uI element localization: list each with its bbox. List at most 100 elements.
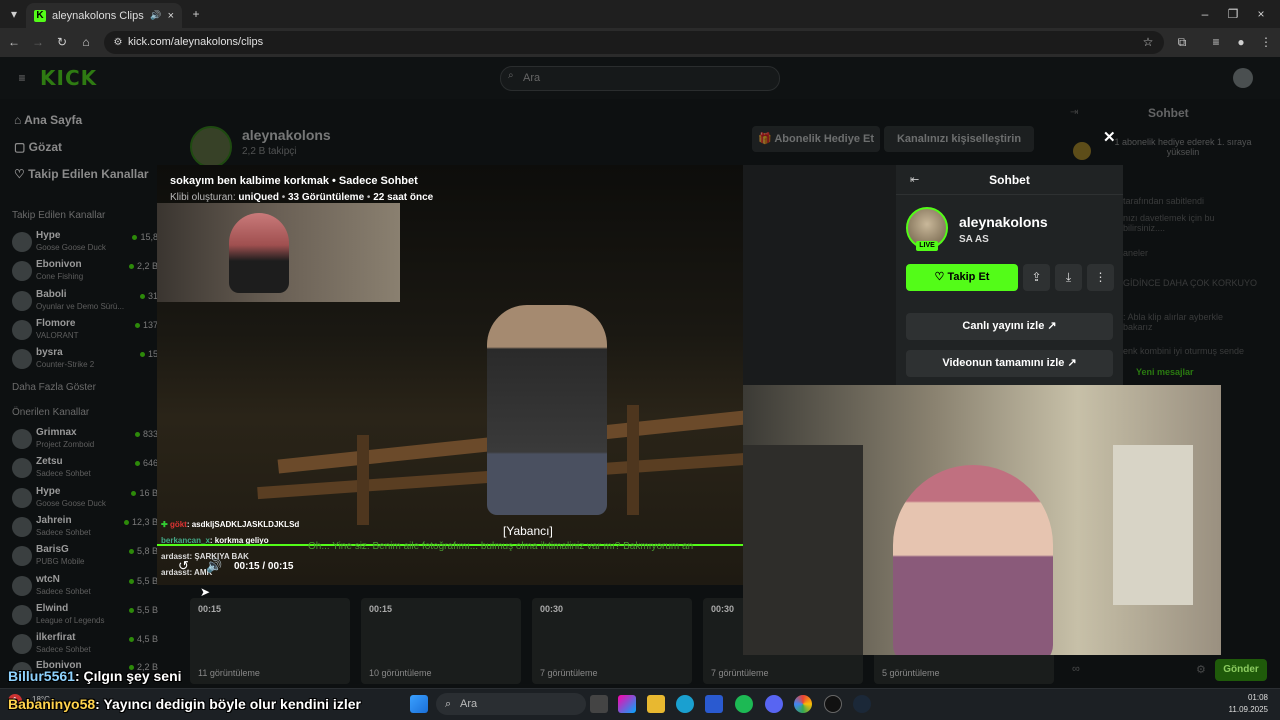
fence-post <box>627 405 639 515</box>
send-button[interactable]: Gönder <box>1215 659 1267 681</box>
replay-icon[interactable]: ↺ <box>178 558 189 574</box>
tab-close-icon[interactable]: × <box>168 10 174 22</box>
store-icon[interactable] <box>705 695 723 713</box>
windows-start-icon[interactable] <box>410 695 428 713</box>
profile-icon[interactable]: ● <box>1231 32 1251 52</box>
followed-channel[interactable]: Hype Goose Goose Duck 15,8 <box>12 229 158 257</box>
kick-logo[interactable]: KICK <box>40 66 97 90</box>
volume-icon[interactable]: 🔊 <box>206 558 222 574</box>
channel-category: PUBG Mobile <box>36 557 85 566</box>
task-view-icon[interactable] <box>590 695 608 713</box>
watch-live-button[interactable]: Canlı yayını izle ↗ <box>906 313 1113 340</box>
edge-icon[interactable] <box>676 695 694 713</box>
kick-favicon-icon: K <box>34 9 46 22</box>
user-avatar[interactable] <box>1233 68 1253 88</box>
clip-thumbnail[interactable]: 00:30 7 görüntüleme <box>532 598 692 684</box>
share-icon[interactable]: ⇪ <box>1023 264 1050 291</box>
watch-full-video-button[interactable]: Videonun tamamını izle ↗ <box>906 350 1113 377</box>
nav-browse[interactable]: ▢ Gözat <box>14 140 62 154</box>
maximize-icon[interactable]: ❐ <box>1223 4 1243 24</box>
channel-tagline: SA AS <box>959 234 989 245</box>
recommended-channel[interactable]: Grimnax Project Zomboid 833 <box>12 426 158 454</box>
reading-list-icon[interactable]: ≡ <box>1206 32 1226 52</box>
recommended-channel[interactable]: Jahrein Sadece Sohbet 12,3 B <box>12 514 158 542</box>
tab-list-icon[interactable]: ▾ <box>4 4 24 24</box>
chrome-icon[interactable] <box>794 695 812 713</box>
browser-tab[interactable]: K aleynakolons Clips - Watch 🔊 × <box>26 3 182 28</box>
steam-icon[interactable] <box>853 695 871 713</box>
channel-name: Ebonivon <box>36 259 82 270</box>
new-messages-divider[interactable]: Yeni mesajlar <box>1136 367 1194 377</box>
recommended-channel[interactable]: Hype Goose Goose Duck 16 B <box>12 485 158 513</box>
clock-time[interactable]: 01:08 <box>1244 693 1268 702</box>
channel-category: Sadece Sohbet <box>36 587 91 596</box>
recommended-channel[interactable]: ilkerfirat Sadece Sohbet 4,5 B <box>12 631 158 659</box>
spotify-icon[interactable] <box>735 695 753 713</box>
viewer-count: 137 <box>135 320 158 330</box>
followed-channel[interactable]: Baboli Oyunlar ve Demo Sürü... 31 <box>12 288 158 316</box>
url-field[interactable]: kick.com/aleynakolons/clips <box>104 31 1164 54</box>
download-icon[interactable]: ⤓ <box>1055 264 1082 291</box>
follow-button[interactable]: ♡ Takip Et <box>906 264 1018 291</box>
home-icon[interactable]: ⌂ <box>76 32 96 52</box>
hamburger-menu-icon[interactable]: ≡ <box>12 68 32 88</box>
live-badge: LIVE <box>916 241 938 251</box>
pinned-label: tarafından sabitlendi <box>1123 196 1205 206</box>
nav-home[interactable]: ⌂ Ana Sayfa <box>14 113 82 127</box>
reload-icon[interactable]: ↻ <box>52 32 72 52</box>
channel-category: Sadece Sohbet <box>36 528 91 537</box>
obs-icon[interactable] <box>824 695 842 713</box>
clip-thumbnail[interactable]: 00:15 10 görüntüleme <box>361 598 521 684</box>
discord-icon[interactable] <box>765 695 783 713</box>
customize-channel-button[interactable]: Kanalınızı kişiselleştirin <box>884 126 1034 152</box>
audio-icon[interactable]: 🔊 <box>150 10 161 21</box>
back-icon[interactable]: ← <box>4 32 24 52</box>
forward-icon[interactable]: → <box>28 32 48 52</box>
gift-sub-button[interactable]: 🎁 Abonelik Hediye Et <box>752 126 880 152</box>
viewer-count: 4,5 B <box>129 634 158 644</box>
subtitle-speaker: [Yabancı] <box>503 524 553 538</box>
site-info-icon[interactable]: ⚙ <box>108 33 128 53</box>
extensions-icon[interactable]: ⧉ <box>1172 32 1192 52</box>
clock-date[interactable]: 11.09.2025 <box>1226 705 1268 714</box>
recommended-channel[interactable]: Zetsu Sadece Sohbet 646 <box>12 455 158 483</box>
emote-icon[interactable]: ∞ <box>1072 663 1080 675</box>
minimize-icon[interactable]: – <box>1195 4 1215 24</box>
show-more-link[interactable]: Daha Fazla Göster <box>12 382 96 393</box>
clip-title: sokayım ben kalbime korkmak • Sadece Soh… <box>170 175 418 187</box>
followed-channel[interactable]: Ebonivon Cone Fishing 2,2 B <box>12 258 158 286</box>
avatar <box>12 349 32 369</box>
nav-browse-label: Gözat <box>28 140 63 154</box>
taskbar-search[interactable]: Ara <box>436 693 586 715</box>
recommended-channel[interactable]: wtcN Sadece Sohbet 5,5 B <box>12 573 158 601</box>
browser-menu-icon[interactable]: ⋮ <box>1256 32 1276 52</box>
channel-name: Zetsu <box>36 456 63 467</box>
clip-thumbnail[interactable]: 00:15 11 görüntüleme <box>190 598 350 684</box>
close-modal-icon[interactable]: ✕ <box>1103 128 1116 146</box>
followed-channel[interactable]: bysra Counter-Strike 2 15 <box>12 346 158 374</box>
recommended-channel[interactable]: Elwind League of Legends 5,5 B <box>12 602 158 630</box>
followed-channel[interactable]: Flomore VALORANT 137 <box>12 317 158 345</box>
avatar <box>12 429 32 449</box>
collapse-chat-icon[interactable]: ⇥ <box>1070 107 1078 118</box>
file-explorer-icon[interactable] <box>647 695 665 713</box>
window-close-icon[interactable]: × <box>1251 4 1271 24</box>
channel-avatar[interactable] <box>190 126 232 168</box>
bookmark-star-icon[interactable]: ☆ <box>1138 32 1158 52</box>
nav-following[interactable]: ♡ Takip Edilen Kanallar <box>14 167 149 181</box>
search-input[interactable]: Ara <box>500 66 780 91</box>
new-tab-icon[interactable]: + <box>186 4 206 24</box>
recommended-channel[interactable]: BarisG PUBG Mobile 5,8 B <box>12 543 158 571</box>
overlay-chat-line: ✚ gökt: asdkljSADKLJASKLDJKLSd <box>161 520 299 529</box>
copilot-icon[interactable] <box>618 695 636 713</box>
more-options-icon[interactable]: ⋮ <box>1087 264 1114 291</box>
clip-meta: Klibi oluşturan: uniQued • 33 Görüntülem… <box>170 192 434 203</box>
character-figure <box>487 305 607 515</box>
collapse-panel-icon[interactable]: ⇤ <box>910 173 919 186</box>
followed-header: Takip Edilen Kanallar <box>12 210 106 221</box>
panel-channel-name[interactable]: aleynakolons <box>959 214 1048 230</box>
chat-user: Billur5561 <box>8 668 75 684</box>
clip-creator[interactable]: uniQued <box>238 192 279 203</box>
chat-settings-icon[interactable]: ⚙ <box>1196 663 1206 676</box>
channel-name: Flomore <box>36 318 76 329</box>
